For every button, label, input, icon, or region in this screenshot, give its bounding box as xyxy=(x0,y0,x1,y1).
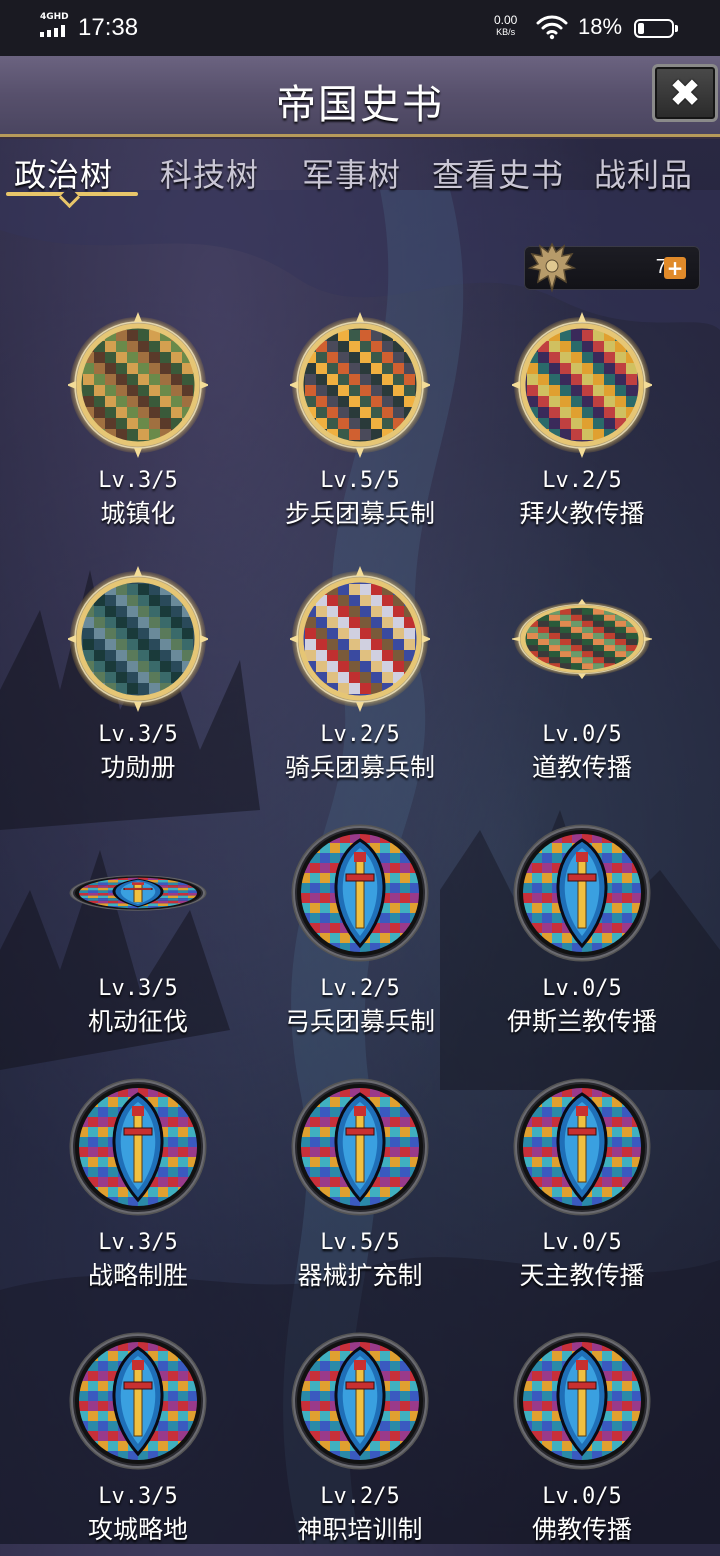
skill-level: Lv.5/5 xyxy=(320,468,400,493)
skill-level: Lv.0/5 xyxy=(542,1484,622,1509)
header-bar: 帝国史书 xyxy=(0,56,720,137)
skill-name: 伊斯兰教传播 xyxy=(506,1007,657,1036)
wifi-icon xyxy=(536,15,568,40)
skill-level: Lv.3/5 xyxy=(98,1230,178,1255)
skill-level: Lv.3/5 xyxy=(98,722,178,747)
skill-node[interactable]: Lv.3/5 城镇化 xyxy=(28,300,248,540)
skill-node[interactable]: Lv.0/5 道教传播 xyxy=(472,554,692,794)
skill-name: 攻城略地 xyxy=(87,1515,188,1544)
skill-name: 机动征伐 xyxy=(87,1007,188,1036)
stained-glass-sword-icon xyxy=(69,875,207,911)
skill-level: Lv.2/5 xyxy=(320,976,400,1001)
skill-name: 拜火教传播 xyxy=(519,499,645,528)
skill-name: 功勋册 xyxy=(100,753,176,782)
statue-painting-icon xyxy=(68,566,208,712)
page-title: 帝国史书 xyxy=(276,82,444,128)
stained-glass-sword-icon xyxy=(291,824,429,962)
stained-glass-sword-icon xyxy=(513,1332,651,1470)
skill-node[interactable]: Lv.3/5 功勋册 xyxy=(28,554,248,794)
fire-temple-painting-icon xyxy=(512,312,652,458)
stained-glass-sword-icon xyxy=(69,1078,207,1216)
skill-node[interactable]: Lv.0/5 佛教传播 xyxy=(472,1316,692,1556)
currency-display: 71 + xyxy=(524,242,700,293)
skill-level: Lv.3/5 xyxy=(98,468,178,493)
status-bar: 4GHD 17:38 0.00 KB/s 18% xyxy=(0,0,720,56)
stained-glass-sword-icon xyxy=(513,824,651,962)
skill-level: Lv.0/5 xyxy=(542,976,622,1001)
skill-name: 城镇化 xyxy=(100,499,176,528)
close-button[interactable]: ✖ xyxy=(652,64,718,122)
skill-node[interactable]: Lv.2/5 拜火教传播 xyxy=(472,300,692,540)
skill-level: Lv.3/5 xyxy=(98,1484,178,1509)
skill-name: 战略制胜 xyxy=(87,1261,188,1290)
battery-icon xyxy=(634,19,678,38)
skill-level: Lv.2/5 xyxy=(320,1484,400,1509)
skill-node[interactable]: Lv.3/5 机动征伐 xyxy=(28,808,248,1048)
speed-unit: KB/s xyxy=(496,27,516,37)
infantry-painting-icon xyxy=(290,312,430,458)
network-speed: 0.00 KB/s xyxy=(494,14,517,38)
speed-value: 0.00 xyxy=(494,13,518,27)
skill-name: 神职培训制 xyxy=(297,1515,423,1544)
skill-name: 骑兵团募兵制 xyxy=(284,753,435,782)
network-type: 4GHD xyxy=(40,12,69,22)
tab-military[interactable]: 军事树 xyxy=(302,150,401,196)
town-painting-icon xyxy=(68,312,208,458)
tab-politics[interactable]: 政治树 xyxy=(14,150,113,196)
add-currency-button[interactable]: + xyxy=(664,257,686,279)
skill-level: Lv.0/5 xyxy=(542,722,622,747)
stained-glass-sword-icon xyxy=(513,1078,651,1216)
tab-technology[interactable]: 科技树 xyxy=(160,150,259,196)
stained-glass-sword-icon xyxy=(291,1332,429,1470)
skill-name: 天主教传播 xyxy=(519,1261,645,1290)
skill-node[interactable]: Lv.0/5 伊斯兰教传播 xyxy=(472,808,692,1048)
skill-level: Lv.0/5 xyxy=(542,1230,622,1255)
signal-icon xyxy=(40,25,70,37)
close-icon: ✖ xyxy=(669,71,701,115)
skill-node[interactable]: Lv.3/5 战略制胜 xyxy=(28,1062,248,1302)
skill-node[interactable]: Lv.2/5 弓兵团募兵制 xyxy=(250,808,470,1048)
skill-name: 道教传播 xyxy=(531,753,632,782)
tab-view-history[interactable]: 查看史书 xyxy=(432,150,564,196)
skill-level: Lv.2/5 xyxy=(320,722,400,747)
skill-name: 佛教传播 xyxy=(531,1515,632,1544)
stained-glass-sword-icon xyxy=(69,1332,207,1470)
skill-node[interactable]: Lv.0/5 天主教传播 xyxy=(472,1062,692,1302)
skill-node[interactable]: Lv.2/5 骑兵团募兵制 xyxy=(250,554,470,794)
double-headed-eagle-icon xyxy=(527,242,577,293)
skill-level: Lv.5/5 xyxy=(320,1230,400,1255)
skill-name: 步兵团募兵制 xyxy=(284,499,435,528)
skill-level: Lv.3/5 xyxy=(98,976,178,1001)
skill-level: Lv.2/5 xyxy=(542,468,622,493)
tab-loot[interactable]: 战利品 xyxy=(594,150,693,196)
battery-percent: 18% xyxy=(578,14,623,39)
skill-node[interactable]: Lv.2/5 神职培训制 xyxy=(250,1316,470,1556)
clock: 17:38 xyxy=(78,14,139,41)
cavalry-painting-icon xyxy=(290,566,430,712)
skill-node[interactable]: Lv.5/5 步兵团募兵制 xyxy=(250,300,470,540)
skill-node[interactable]: Lv.5/5 器械扩充制 xyxy=(250,1062,470,1302)
tab-bar: 政治树 科技树 军事树 查看史书 战利品 xyxy=(0,140,720,210)
stained-glass-sword-icon xyxy=(291,1078,429,1216)
skill-node[interactable]: Lv.3/5 攻城略地 xyxy=(28,1316,248,1556)
skill-name: 弓兵团募兵制 xyxy=(284,1007,435,1036)
taoist-temple-painting-icon xyxy=(512,598,652,680)
skill-name: 器械扩充制 xyxy=(297,1261,423,1290)
